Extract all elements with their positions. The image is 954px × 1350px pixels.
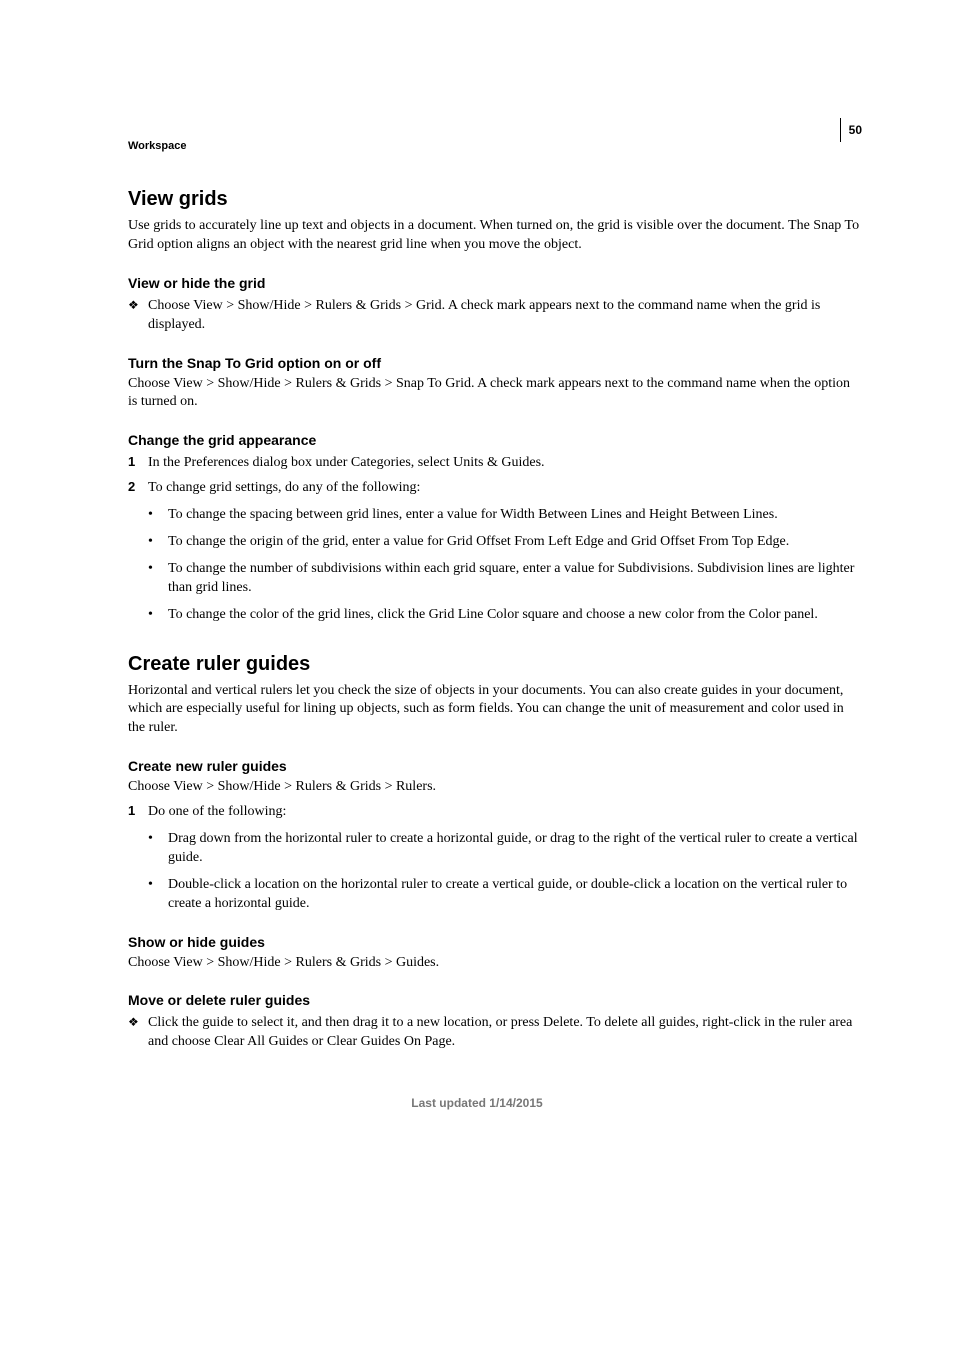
bullet-text: Drag down from the horizontal ruler to c… xyxy=(168,830,862,868)
change-grid-bullets: • To change the spacing between grid lin… xyxy=(148,506,862,624)
heading-show-hide-guides: Show or hide guides xyxy=(128,934,862,950)
footer-last-updated: Last updated 1/14/2015 xyxy=(0,1096,954,1110)
create-ruler-step1: Do one of the following: xyxy=(148,803,862,822)
bullet-icon: • xyxy=(148,560,168,598)
list-item: • To change the color of the grid lines,… xyxy=(148,606,862,625)
step-row: 2 To change grid settings, do any of the… xyxy=(128,479,862,498)
change-grid-step2: To change grid settings, do any of the f… xyxy=(148,479,862,498)
intro-view-grids: Use grids to accurately line up text and… xyxy=(128,217,862,255)
move-delete-guides-text: Click the guide to select it, and then d… xyxy=(148,1014,862,1052)
create-ruler-guides-text: Choose View > Show/Hide > Rulers & Grids… xyxy=(128,778,862,797)
change-grid-step1: In the Preferences dialog box under Cate… xyxy=(148,454,862,473)
bullet-icon: • xyxy=(148,876,168,914)
bullet-text: Double-click a location on the horizonta… xyxy=(168,876,862,914)
list-item: • To change the spacing between grid lin… xyxy=(148,506,862,525)
diamond-icon: ❖ xyxy=(128,297,148,335)
list-item: • To change the number of subdivisions w… xyxy=(148,560,862,598)
list-item: • To change the origin of the grid, ente… xyxy=(148,533,862,552)
diamond-icon: ❖ xyxy=(128,1014,148,1052)
view-hide-grid-text: Choose View > Show/Hide > Rulers & Grids… xyxy=(148,297,862,335)
heading-create-ruler-guides: Create new ruler guides xyxy=(128,758,862,774)
bullet-icon: • xyxy=(148,506,168,525)
step-diamond-row: ❖ Choose View > Show/Hide > Rulers & Gri… xyxy=(128,297,862,335)
heading-move-delete-guides: Move or delete ruler guides xyxy=(128,992,862,1008)
bullet-icon: • xyxy=(148,606,168,625)
step-row: 1 Do one of the following: xyxy=(128,803,862,822)
heading-view-grids: View grids xyxy=(128,188,862,211)
page-number-wrap: 50 xyxy=(840,118,862,142)
heading-ruler-guides: Create ruler guides xyxy=(128,653,862,676)
list-item: • Drag down from the horizontal ruler to… xyxy=(148,830,862,868)
bullet-text: To change the spacing between grid lines… xyxy=(168,506,862,525)
bullet-text: To change the origin of the grid, enter … xyxy=(168,533,862,552)
step-number: 2 xyxy=(128,479,148,498)
list-item: • Double-click a location on the horizon… xyxy=(148,876,862,914)
show-hide-guides-text: Choose View > Show/Hide > Rulers & Grids… xyxy=(128,954,862,973)
bullet-text: To change the color of the grid lines, c… xyxy=(168,606,862,625)
bullet-text: To change the number of subdivisions wit… xyxy=(168,560,862,598)
breadcrumb: Workspace xyxy=(128,140,862,152)
intro-ruler-guides: Horizontal and vertical rulers let you c… xyxy=(128,682,862,739)
heading-snap-to-grid: Turn the Snap To Grid option on or off xyxy=(128,355,862,371)
snap-to-grid-text: Choose View > Show/Hide > Rulers & Grids… xyxy=(128,375,862,413)
page-number: 50 xyxy=(849,123,862,137)
heading-view-hide-grid: View or hide the grid xyxy=(128,275,862,291)
heading-change-grid: Change the grid appearance xyxy=(128,432,862,448)
step-number: 1 xyxy=(128,803,148,822)
step-number: 1 xyxy=(128,454,148,473)
create-ruler-bullets: • Drag down from the horizontal ruler to… xyxy=(148,830,862,914)
bullet-icon: • xyxy=(148,830,168,868)
step-diamond-row: ❖ Click the guide to select it, and then… xyxy=(128,1014,862,1052)
step-row: 1 In the Preferences dialog box under Ca… xyxy=(128,454,862,473)
page: 50 Workspace View grids Use grids to acc… xyxy=(0,0,954,1150)
bullet-icon: • xyxy=(148,533,168,552)
